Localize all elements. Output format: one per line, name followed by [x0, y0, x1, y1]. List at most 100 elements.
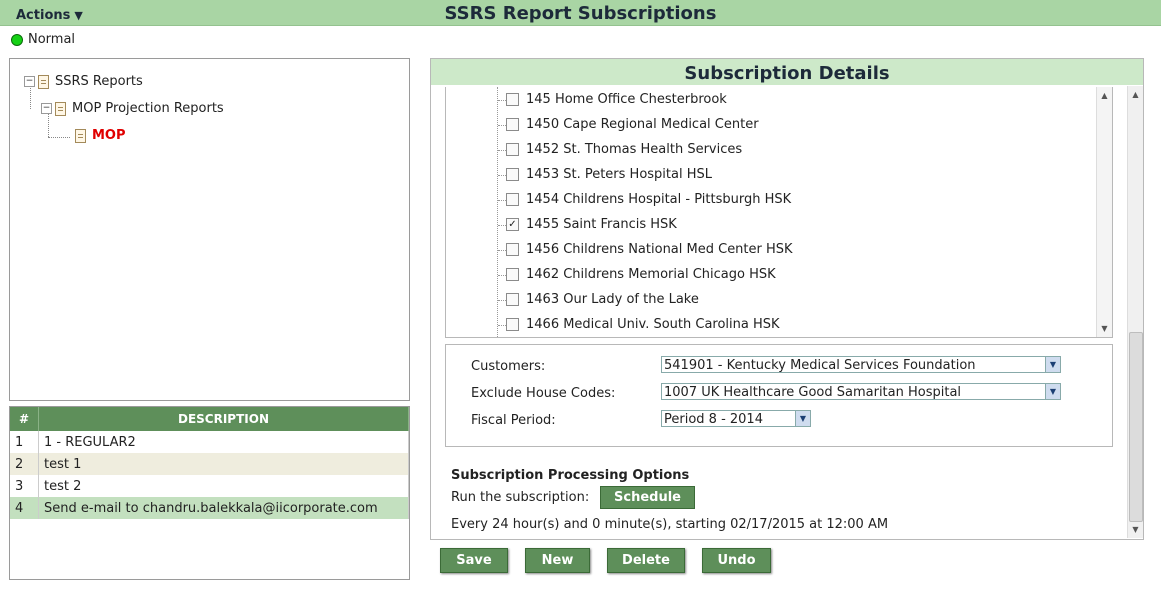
- list-item-label: 1463 Our Lady of the Lake: [526, 292, 699, 307]
- list-item[interactable]: 1463 Our Lady of the Lake: [506, 291, 699, 309]
- fiscal-period-value: Period 8 - 2014: [664, 412, 763, 427]
- list-connector: [498, 325, 506, 326]
- report-icon: [75, 128, 86, 143]
- table-row[interactable]: 1 1 - REGULAR2: [10, 431, 409, 453]
- list-item-label: 145 Home Office Chesterbrook: [526, 92, 727, 107]
- save-button[interactable]: Save: [440, 548, 508, 573]
- checkbox[interactable]: [506, 143, 519, 156]
- list-connector: [498, 275, 506, 276]
- checkbox[interactable]: [506, 118, 519, 131]
- table-header-row: # DESCRIPTION: [10, 407, 409, 431]
- customers-dropdown[interactable]: 541901 - Kentucky Medical Services Found…: [661, 356, 1061, 373]
- list-item[interactable]: 1466 Medical Univ. South Carolina HSK: [506, 316, 780, 334]
- list-item-label: 1456 Childrens National Med Center HSK: [526, 242, 793, 257]
- row-description: test 1: [38, 453, 409, 475]
- checkbox[interactable]: [506, 193, 519, 206]
- list-item-label: 1450 Cape Regional Medical Center: [526, 117, 759, 132]
- checkbox[interactable]: [506, 168, 519, 181]
- tree-node-mop[interactable]: MOP: [72, 128, 126, 144]
- checkbox-checked[interactable]: ✓: [506, 218, 519, 231]
- subscription-details-panel: Subscription Details 145 Home Office Che…: [430, 58, 1144, 540]
- list-scrollbar[interactable]: ▲ ▼: [1096, 87, 1112, 337]
- scroll-down-icon[interactable]: ▼: [1128, 525, 1143, 534]
- tree-node-ssrs-reports[interactable]: − SSRS Reports: [24, 74, 143, 90]
- checkbox[interactable]: [506, 318, 519, 331]
- row-number: 2: [10, 453, 39, 475]
- schedule-button[interactable]: Schedule: [600, 486, 695, 509]
- dropdown-arrow-icon[interactable]: ▼: [1045, 384, 1060, 399]
- dropdown-arrow-icon[interactable]: ▼: [1045, 357, 1060, 372]
- tree-node-label: MOP Projection Reports: [72, 101, 224, 116]
- column-header-number: #: [10, 407, 39, 431]
- list-item-label: 1462 Childrens Memorial Chicago HSK: [526, 267, 776, 282]
- details-scrollbar[interactable]: ▲ ▼: [1127, 86, 1143, 538]
- row-description: test 2: [38, 475, 409, 497]
- collapse-icon[interactable]: −: [41, 103, 52, 114]
- list-item-label: 1453 St. Peters Hospital HSL: [526, 167, 712, 182]
- list-item[interactable]: 1456 Childrens National Med Center HSK: [506, 241, 793, 259]
- list-item[interactable]: ✓ 1455 Saint Francis HSK: [506, 216, 677, 234]
- delete-button[interactable]: Delete: [607, 548, 685, 573]
- list-item-label: 1455 Saint Francis HSK: [526, 217, 677, 232]
- report-tree: − SSRS Reports − MOP Projection Reports MO…: [9, 58, 410, 401]
- subscription-table: # DESCRIPTION 1 1 - REGULAR2 2 test 1 3 …: [10, 407, 409, 519]
- top-bar: Actions ▼ SSRS Report Subscriptions: [0, 0, 1161, 26]
- row-number: 4: [10, 497, 39, 519]
- subscription-list: # DESCRIPTION 1 1 - REGULAR2 2 test 1 3 …: [9, 406, 410, 580]
- checkbox[interactable]: [506, 243, 519, 256]
- tree-node-label: SSRS Reports: [55, 74, 143, 89]
- tree-node-label: MOP: [92, 128, 126, 143]
- list-item[interactable]: 1452 St. Thomas Health Services: [506, 141, 742, 159]
- list-connector: [498, 150, 506, 151]
- list-item[interactable]: 1454 Childrens Hospital - Pittsburgh HSK: [506, 191, 791, 209]
- list-item-label: 1454 Childrens Hospital - Pittsburgh HSK: [526, 192, 792, 207]
- page-title: SSRS Report Subscriptions: [444, 3, 717, 24]
- undo-button[interactable]: Undo: [702, 548, 771, 573]
- list-item[interactable]: 145 Home Office Chesterbrook: [506, 91, 727, 109]
- exclude-house-codes-label: Exclude House Codes:: [471, 386, 616, 401]
- list-item[interactable]: 1462 Childrens Memorial Chicago HSK: [506, 266, 776, 284]
- column-header-description: DESCRIPTION: [38, 407, 409, 431]
- status-dot-icon: [11, 33, 23, 46]
- scroll-up-icon[interactable]: ▲: [1128, 90, 1143, 99]
- fiscal-period-dropdown[interactable]: Period 8 - 2014 ▼: [661, 410, 811, 427]
- row-number: 3: [10, 475, 39, 497]
- collapse-icon[interactable]: −: [24, 76, 35, 87]
- list-item[interactable]: 1453 St. Peters Hospital HSL: [506, 166, 712, 184]
- list-connector: [498, 100, 506, 101]
- processing-options-title: Subscription Processing Options: [451, 468, 690, 483]
- filter-section: Customers: 541901 - Kentucky Medical Ser…: [445, 344, 1113, 447]
- status-indicator: Normal: [11, 32, 75, 48]
- customers-value: 541901 - Kentucky Medical Services Found…: [664, 358, 976, 373]
- table-row[interactable]: 3 test 2: [10, 475, 409, 497]
- row-description: 1 - REGULAR2: [38, 431, 409, 453]
- list-connector: [498, 175, 506, 176]
- table-row[interactable]: 2 test 1: [10, 453, 409, 475]
- report-folder-icon: [38, 74, 49, 89]
- row-description: Send e-mail to chandru.balekkala@iicorpo…: [38, 497, 409, 519]
- run-subscription-label: Run the subscription:: [451, 490, 590, 505]
- house-code-list[interactable]: 145 Home Office Chesterbrook 1450 Cape R…: [445, 87, 1113, 338]
- dropdown-arrow-icon[interactable]: ▼: [795, 411, 810, 426]
- tree-connector: [48, 137, 70, 138]
- scroll-down-icon[interactable]: ▼: [1097, 324, 1112, 333]
- row-number: 1: [10, 431, 39, 453]
- status-label: Normal: [28, 32, 76, 47]
- report-folder-icon: [55, 101, 66, 116]
- checkbox[interactable]: [506, 293, 519, 306]
- table-row-selected[interactable]: 4 Send e-mail to chandru.balekkala@iicor…: [10, 497, 409, 519]
- scrollbar-thumb[interactable]: [1129, 332, 1143, 522]
- list-connector: [498, 300, 506, 301]
- checkbox[interactable]: [506, 268, 519, 281]
- checkbox[interactable]: [506, 93, 519, 106]
- list-connector: [498, 125, 506, 126]
- schedule-summary: Every 24 hour(s) and 0 minute(s), starti…: [451, 517, 889, 532]
- tree-node-mop-projection[interactable]: − MOP Projection Reports: [41, 101, 224, 117]
- exclude-house-codes-dropdown[interactable]: 1007 UK Healthcare Good Samaritan Hospit…: [661, 383, 1061, 400]
- list-item[interactable]: 1450 Cape Regional Medical Center: [506, 116, 759, 134]
- customers-label: Customers:: [471, 359, 546, 374]
- details-title: Subscription Details: [431, 59, 1143, 85]
- scroll-up-icon[interactable]: ▲: [1097, 91, 1112, 100]
- list-connector: [498, 250, 506, 251]
- new-button[interactable]: New: [525, 548, 590, 573]
